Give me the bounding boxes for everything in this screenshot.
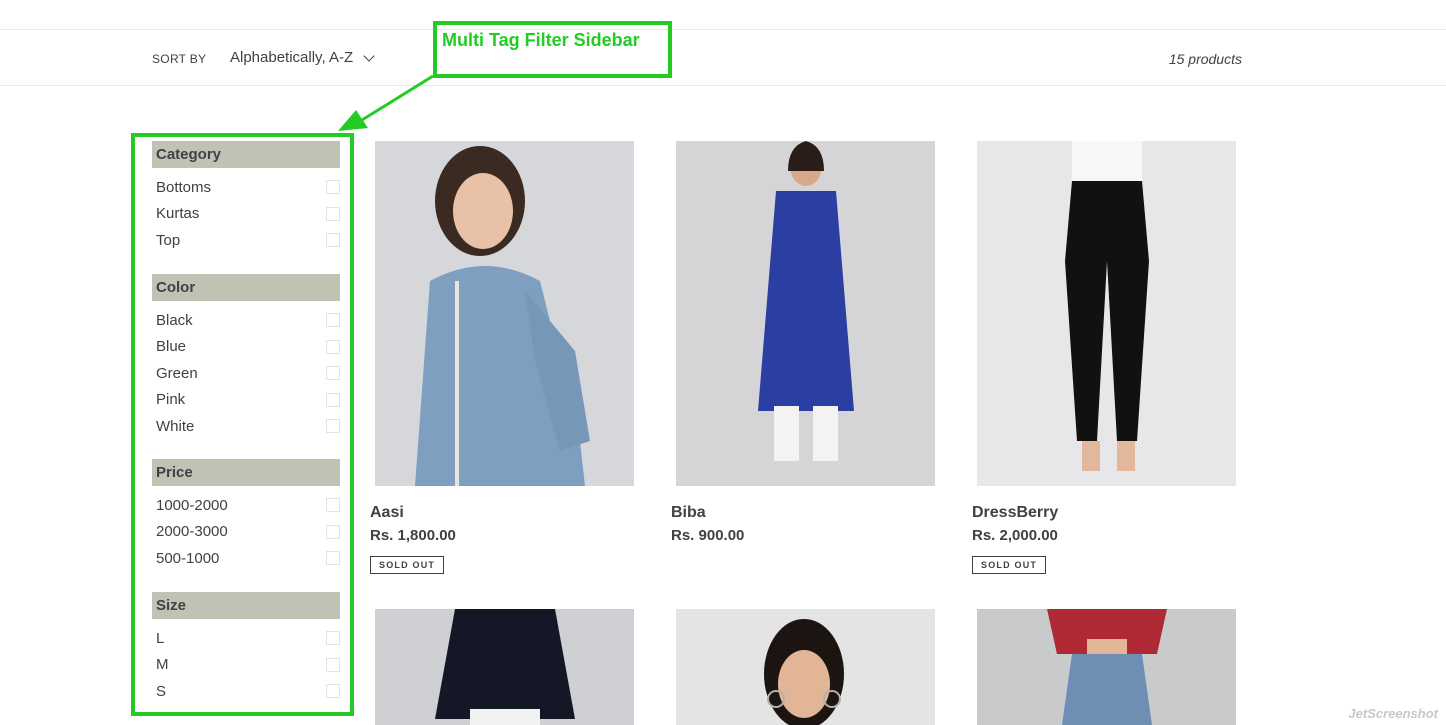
- filter-option-500-1000[interactable]: 500-1000: [152, 545, 340, 572]
- product-card[interactable]: [370, 609, 638, 725]
- chevron-down-icon: [363, 49, 375, 62]
- filter-option-m[interactable]: M: [152, 652, 340, 679]
- filter-option-label: Black: [156, 311, 193, 329]
- filter-option-white[interactable]: White: [152, 413, 340, 440]
- product-card[interactable]: Aasi Rs. 1,800.00 SOLD OUT: [370, 141, 638, 574]
- product-count: 15 products: [1168, 51, 1242, 67]
- filter-option-s[interactable]: S: [152, 678, 340, 705]
- product-card[interactable]: [972, 609, 1240, 725]
- product-photo-portrait: [676, 609, 935, 725]
- checkbox[interactable]: [326, 339, 340, 354]
- top-divider: [0, 29, 1446, 30]
- checkbox[interactable]: [326, 684, 340, 699]
- annotation-label: Multi Tag Filter Sidebar: [442, 30, 640, 50]
- filter-option-label: L: [156, 629, 165, 647]
- filter-group-title: Price: [152, 459, 340, 486]
- product-image[interactable]: [977, 609, 1236, 725]
- product-image[interactable]: [375, 609, 634, 725]
- sold-out-badge: SOLD OUT: [972, 556, 1047, 574]
- filter-sidebar: Category Bottoms Kurtas Top Color Black …: [152, 141, 340, 705]
- filter-option-label: 2000-3000: [156, 523, 228, 541]
- checkbox[interactable]: [326, 657, 340, 672]
- product-card[interactable]: DressBerry Rs. 2,000.00 SOLD OUT: [972, 141, 1240, 574]
- product-photo-top: [375, 141, 634, 486]
- filter-group-title: Size: [152, 592, 340, 619]
- checkbox[interactable]: [326, 366, 340, 381]
- filter-option-pink[interactable]: Pink: [152, 387, 340, 414]
- filter-group-color: Color Black Blue Green Pink White: [152, 274, 340, 459]
- product-name[interactable]: DressBerry: [972, 504, 1240, 522]
- product-card[interactable]: [671, 609, 939, 725]
- sort-by-label: SORT BY: [152, 52, 207, 66]
- product-image[interactable]: [676, 141, 935, 486]
- filter-option-green[interactable]: Green: [152, 360, 340, 387]
- filter-option-kurtas[interactable]: Kurtas: [152, 201, 340, 228]
- product-card[interactable]: Biba Rs. 900.00: [671, 141, 939, 544]
- product-photo-trousers: [977, 141, 1236, 486]
- watermark: JetScreenshot: [1348, 706, 1438, 721]
- checkbox[interactable]: [326, 419, 340, 434]
- checkbox[interactable]: [326, 392, 340, 407]
- product-price: Rs. 900.00: [671, 527, 745, 544]
- filter-option-label: 500-1000: [156, 549, 220, 567]
- filter-option-l[interactable]: L: [152, 625, 340, 652]
- product-name[interactable]: Aasi: [370, 504, 638, 522]
- product-photo-jeans: [977, 609, 1236, 725]
- toolbar-divider: [0, 85, 1446, 86]
- checkbox[interactable]: [326, 631, 340, 646]
- product-photo-dark-top: [375, 609, 634, 725]
- filter-option-bottoms[interactable]: Bottoms: [152, 174, 340, 201]
- product-photo-kurta: [676, 141, 935, 486]
- filter-group-title: Color: [152, 274, 340, 301]
- checkbox[interactable]: [326, 180, 340, 195]
- filter-option-label: Green: [156, 364, 198, 382]
- filter-option-label: 1000-2000: [156, 496, 228, 514]
- sort-select[interactable]: Alphabetically, A-Z: [230, 49, 375, 66]
- filter-group-size: Size L M S: [152, 592, 340, 705]
- checkbox[interactable]: [326, 313, 340, 328]
- filter-option-label: S: [156, 682, 167, 700]
- filter-option-label: Top: [156, 231, 181, 249]
- checkbox[interactable]: [326, 233, 340, 248]
- product-price: Rs. 2,000.00: [972, 527, 1058, 544]
- filter-group-category: Category Bottoms Kurtas Top: [152, 141, 340, 274]
- filter-option-label: White: [156, 417, 195, 435]
- filter-option-black[interactable]: Black: [152, 307, 340, 334]
- filter-option-label: Blue: [156, 338, 187, 356]
- checkbox[interactable]: [326, 551, 340, 566]
- sold-out-badge: SOLD OUT: [370, 556, 445, 574]
- filter-option-label: M: [156, 656, 169, 674]
- product-image[interactable]: [676, 609, 935, 725]
- product-image[interactable]: [977, 141, 1236, 486]
- filter-option-2000-3000[interactable]: 2000-3000: [152, 519, 340, 546]
- product-name[interactable]: Biba: [671, 504, 939, 522]
- filter-option-top[interactable]: Top: [152, 227, 340, 254]
- filter-option-blue[interactable]: Blue: [152, 334, 340, 361]
- checkbox[interactable]: [326, 524, 340, 539]
- product-price: Rs. 1,800.00: [370, 527, 456, 544]
- checkbox[interactable]: [326, 498, 340, 513]
- filter-option-label: Bottoms: [156, 178, 212, 196]
- product-image[interactable]: [375, 141, 634, 486]
- sort-select-value: Alphabetically, A-Z: [230, 49, 354, 66]
- checkbox[interactable]: [326, 206, 340, 221]
- filter-option-label: Kurtas: [156, 205, 200, 223]
- filter-option-1000-2000[interactable]: 1000-2000: [152, 492, 340, 519]
- filter-group-title: Category: [152, 141, 340, 168]
- filter-option-label: Pink: [156, 391, 186, 409]
- filter-group-price: Price 1000-2000 2000-3000 500-1000: [152, 459, 340, 592]
